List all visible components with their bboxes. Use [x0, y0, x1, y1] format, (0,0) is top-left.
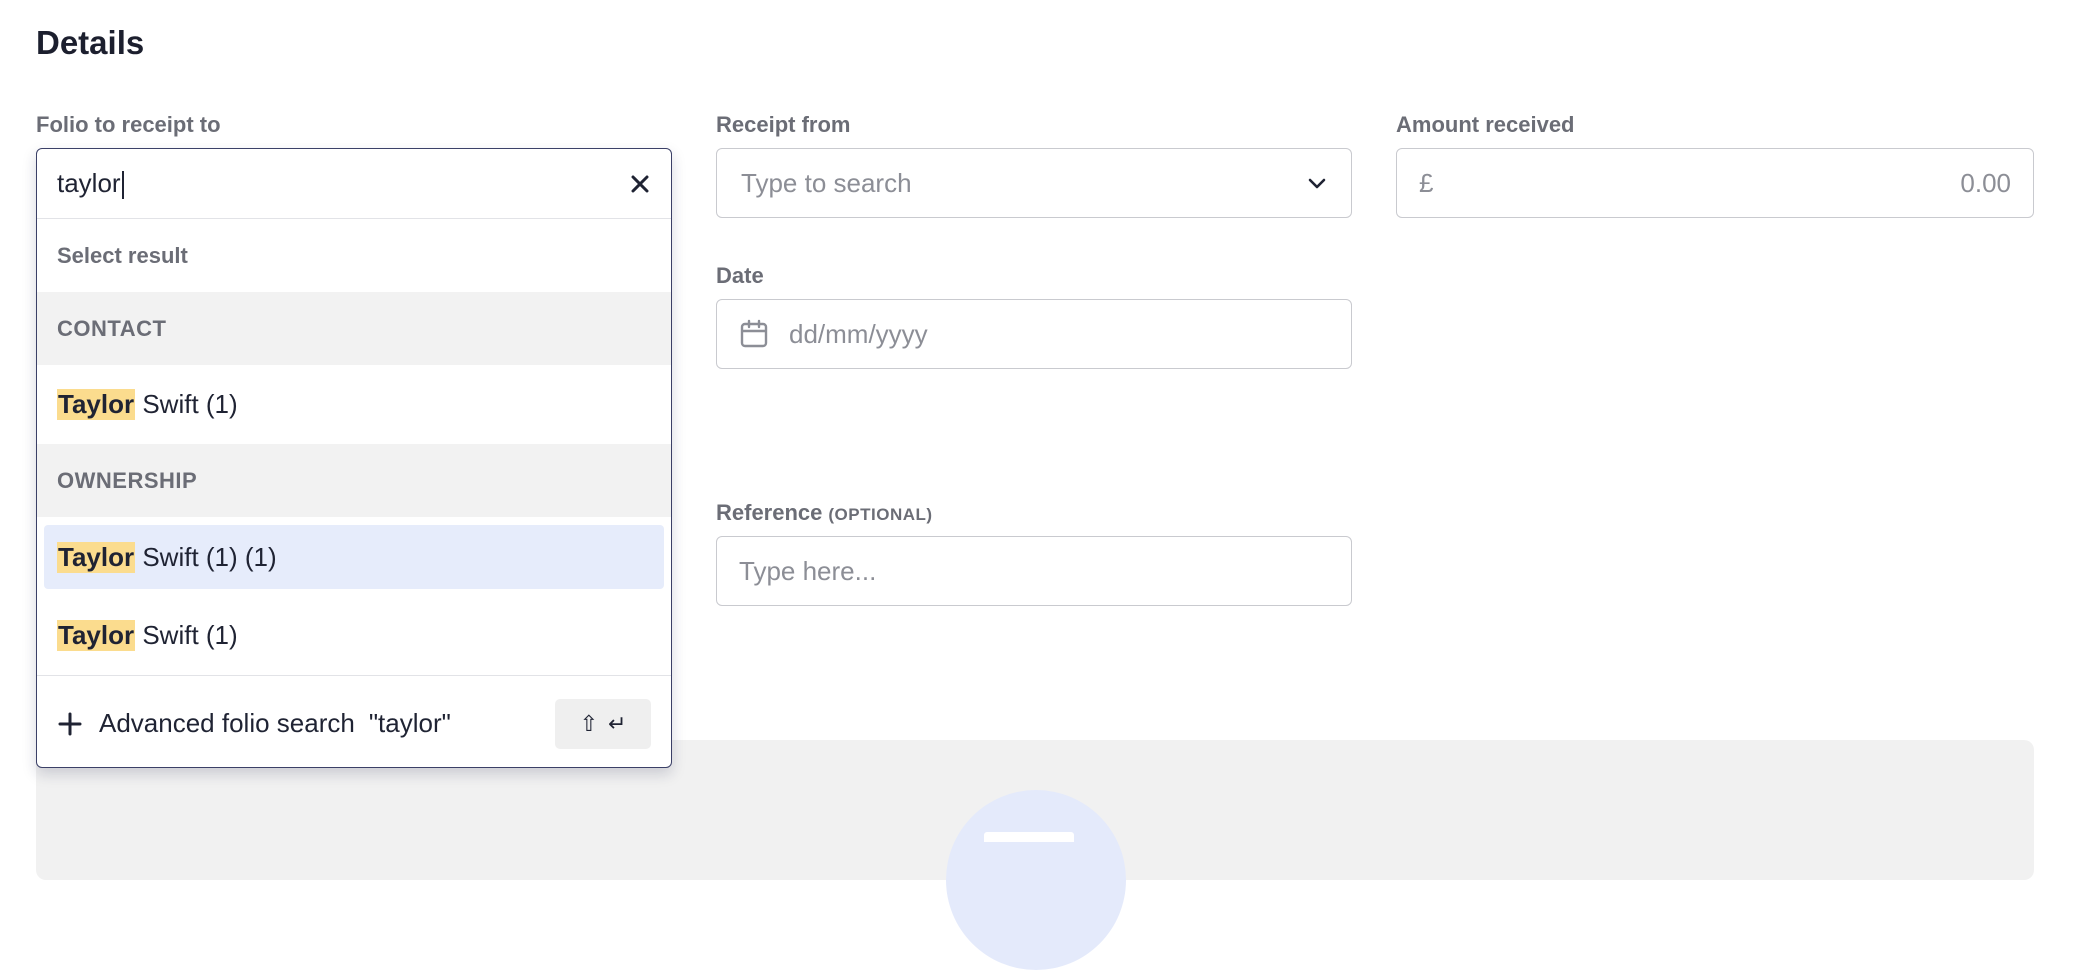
advanced-search-query: "taylor": [368, 708, 451, 738]
currency-symbol: £: [1419, 167, 1434, 198]
chevron-down-icon: [1308, 178, 1326, 189]
amount-input[interactable]: £ 0.00: [1396, 148, 2034, 218]
match-highlight: Taylor: [57, 389, 136, 420]
amount-label: Amount received: [1396, 112, 1575, 137]
enter-key-icon: ↵: [608, 710, 627, 736]
match-highlight: Taylor: [57, 541, 136, 573]
close-icon[interactable]: [629, 173, 651, 195]
upload-illustration: [946, 790, 1126, 970]
result-text: Swift (1) (1): [135, 541, 277, 572]
advanced-search-row[interactable]: Advanced folio search "taylor" ⇧ ↵: [37, 675, 671, 767]
shift-key-icon: ⇧: [579, 710, 598, 736]
folio-label: Folio to receipt to: [36, 112, 221, 137]
result-item[interactable]: Taylor Swift (1): [37, 596, 671, 675]
date-input[interactable]: dd/mm/yyyy: [716, 299, 1352, 369]
receipt-from-label: Receipt from: [716, 112, 851, 137]
advanced-search-label: Advanced folio search: [99, 708, 355, 738]
group-header-ownership: OWNERSHIP: [37, 444, 671, 517]
reference-input[interactable]: Type here...: [716, 536, 1352, 606]
folio-search-input[interactable]: taylor: [37, 149, 671, 219]
amount-value: 0.00: [1960, 167, 2011, 198]
document-icon: [984, 832, 1074, 842]
select-result-hint: Select result: [57, 242, 188, 268]
reference-label-text: Reference: [716, 500, 823, 525]
date-placeholder: dd/mm/yyyy: [789, 318, 928, 349]
result-text: Swift (1): [135, 620, 238, 650]
result-item[interactable]: Taylor Swift (1): [37, 365, 671, 444]
folio-search-value: taylor: [57, 167, 121, 198]
folio-search-dropdown: taylor Select result CONTACT Taylor Swif…: [36, 148, 672, 768]
plus-icon: [58, 712, 82, 735]
section-title: Details: [36, 24, 145, 61]
receipt-from-placeholder: Type to search: [741, 167, 912, 198]
group-header-contact: CONTACT: [37, 292, 671, 365]
result-text: Swift (1): [135, 389, 238, 419]
date-label: Date: [716, 263, 764, 288]
text-caret: [121, 171, 124, 200]
optional-tag: (OPTIONAL): [828, 505, 933, 524]
receipt-from-select[interactable]: Type to search: [716, 148, 1352, 218]
keyboard-shortcut-badge: ⇧ ↵: [555, 698, 651, 749]
match-highlight: Taylor: [57, 620, 136, 651]
reference-label: Reference (OPTIONAL): [716, 500, 933, 526]
result-item-active[interactable]: Taylor Swift (1) (1): [44, 525, 664, 589]
reference-placeholder: Type here...: [739, 555, 877, 586]
calendar-icon: [740, 319, 768, 348]
